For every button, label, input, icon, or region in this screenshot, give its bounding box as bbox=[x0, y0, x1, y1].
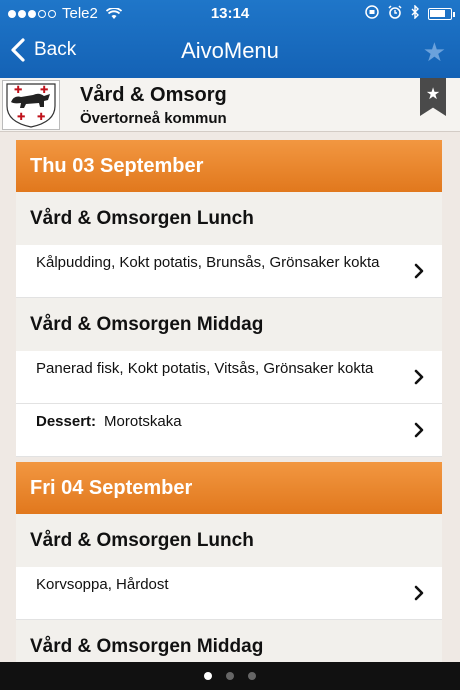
bookmark-ribbon[interactable]: ★ bbox=[420, 78, 446, 116]
meal-item-row[interactable]: Korvsoppa, Hårdost bbox=[16, 567, 442, 620]
page-indicator[interactable] bbox=[0, 662, 460, 690]
day-header: Thu 03 September bbox=[16, 140, 442, 192]
meal-title: Vård & Omsorgen Lunch bbox=[16, 514, 442, 567]
row-label: Dessert: bbox=[36, 413, 97, 430]
chevron-right-icon bbox=[414, 369, 424, 385]
top-bar: Tele2 13:14 Back AivoMenu ★ bbox=[0, 0, 460, 78]
orientation-lock-icon bbox=[364, 5, 380, 23]
coat-of-arms-icon: ✚ ✚ ✚ ✚ bbox=[6, 83, 56, 128]
star-icon: ★ bbox=[422, 37, 446, 67]
menu-list: Thu 03 September Vård & Omsorgen Lunch Kål… bbox=[16, 140, 442, 678]
battery-icon bbox=[428, 8, 455, 20]
organization-header: ✚ ✚ ✚ ✚ Vård & Omsorg Övertorneå kommun … bbox=[0, 78, 460, 132]
page-dot[interactable] bbox=[226, 672, 234, 680]
svg-text:✚: ✚ bbox=[40, 85, 48, 96]
battery-level bbox=[430, 10, 446, 17]
meal-title: Vård & Omsorgen Lunch bbox=[16, 192, 442, 245]
meal-description: Panerad fisk, Kokt potatis, Vitsås, Grön… bbox=[36, 360, 374, 377]
page-dot[interactable] bbox=[204, 672, 212, 680]
svg-text:✚: ✚ bbox=[37, 112, 45, 123]
svg-text:✚: ✚ bbox=[14, 85, 22, 96]
favorite-button[interactable]: ★ bbox=[423, 37, 446, 68]
star-icon: ★ bbox=[425, 86, 441, 103]
chevron-right-icon bbox=[414, 585, 424, 601]
meal-description: Morotskaka bbox=[104, 413, 182, 430]
alarm-icon bbox=[388, 5, 402, 23]
svg-text:✚: ✚ bbox=[17, 112, 25, 123]
organization-name: Vård & Omsorg bbox=[80, 84, 227, 106]
page-dot[interactable] bbox=[248, 672, 256, 680]
municipality-logo: ✚ ✚ ✚ ✚ bbox=[2, 80, 60, 130]
meal-item-row[interactable]: Kålpudding, Kokt potatis, Brunsås, Gröns… bbox=[16, 245, 442, 298]
navigation-bar: Back AivoMenu ★ bbox=[0, 28, 460, 78]
status-bar: Tele2 13:14 bbox=[0, 0, 460, 28]
bluetooth-icon bbox=[410, 4, 420, 23]
day-header: Fri 04 September bbox=[16, 462, 442, 514]
dessert-row[interactable]: Dessert: Morotskaka bbox=[16, 404, 442, 457]
meal-title: Vård & Omsorgen Middag bbox=[16, 298, 442, 351]
chevron-right-icon bbox=[414, 422, 424, 438]
page-title: AivoMenu bbox=[181, 38, 279, 63]
meal-description: Kålpudding, Kokt potatis, Brunsås, Gröns… bbox=[36, 254, 380, 271]
municipality-name: Övertorneå kommun bbox=[80, 110, 227, 127]
meal-description: Korvsoppa, Hårdost bbox=[36, 576, 169, 593]
chevron-right-icon bbox=[414, 263, 424, 279]
meal-item-row[interactable]: Panerad fisk, Kokt potatis, Vitsås, Grön… bbox=[16, 351, 442, 404]
